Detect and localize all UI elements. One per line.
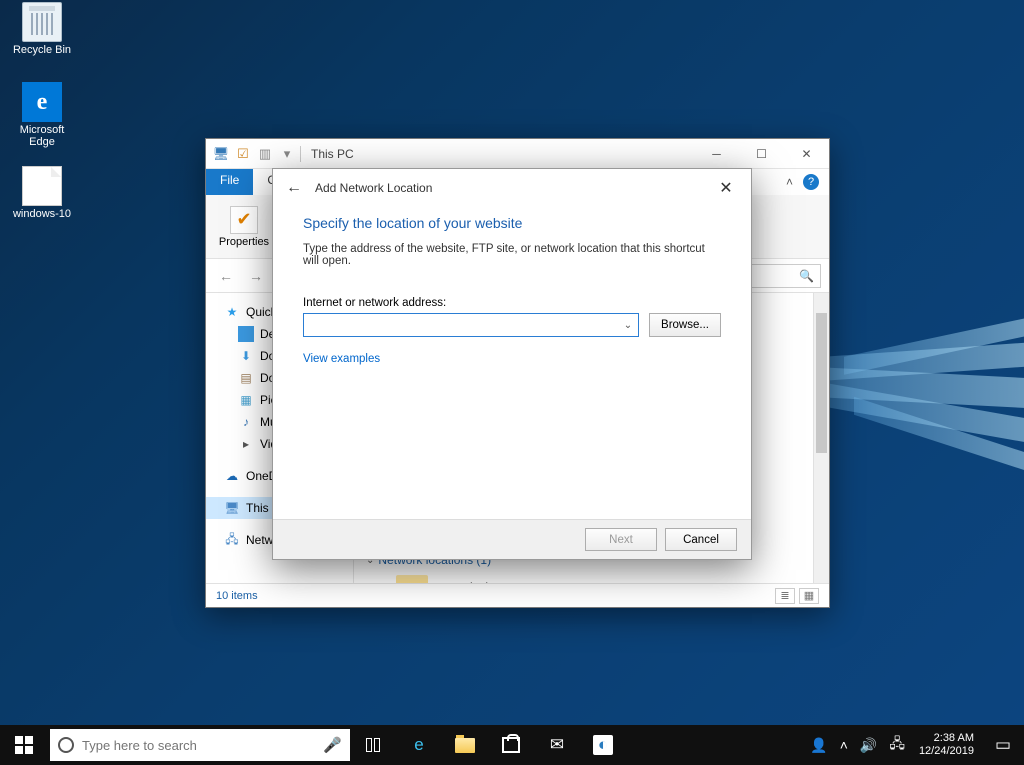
onedrive-icon: ☁ bbox=[224, 468, 240, 484]
taskbar-clock[interactable]: 2:38 AM 12/24/2019 bbox=[911, 732, 982, 758]
wizard-title: Add Network Location bbox=[315, 181, 432, 195]
task-view-button[interactable] bbox=[350, 725, 396, 765]
edge-icon bbox=[22, 82, 62, 122]
add-network-location-wizard: ← Add Network Location ✕ Specify the loc… bbox=[272, 168, 752, 560]
documents-icon: ▤ bbox=[238, 370, 254, 386]
downloads-icon: ⬇ bbox=[238, 348, 254, 364]
recycle-bin-icon bbox=[22, 2, 62, 42]
taskbar-file-explorer-button[interactable] bbox=[442, 725, 488, 765]
maximize-button[interactable]: ☐ bbox=[739, 139, 784, 168]
videos-icon: ▸ bbox=[238, 436, 254, 452]
music-icon: ♪ bbox=[238, 414, 254, 430]
tray-people-icon[interactable]: 👤 bbox=[804, 737, 833, 754]
action-center-button[interactable]: ▭ bbox=[982, 735, 1024, 755]
taskbar-app-button[interactable]: ◐ bbox=[580, 725, 626, 765]
ribbon-properties-button[interactable]: ✔ Properties bbox=[214, 199, 274, 254]
wizard-back-button[interactable]: ← bbox=[283, 177, 305, 199]
desktop-icon-windows-10-file[interactable]: windows-10 bbox=[6, 166, 78, 220]
minimize-button[interactable]: ─ bbox=[694, 139, 739, 168]
desktop-icon-label: windows-10 bbox=[6, 208, 78, 220]
tray-network-icon[interactable]: 🖧 bbox=[883, 733, 911, 757]
app-icon: ◐ bbox=[593, 735, 613, 755]
clock-date: 12/24/2019 bbox=[919, 745, 974, 758]
tab-file[interactable]: File bbox=[206, 169, 253, 195]
view-details-button[interactable]: ≣ bbox=[775, 588, 795, 604]
system-tray: 👤 ˄ 🔊 🖧 2:38 AM 12/24/2019 ▭ bbox=[804, 725, 1024, 765]
taskbar-store-button[interactable] bbox=[488, 725, 534, 765]
help-icon[interactable]: ? bbox=[803, 174, 819, 190]
taskbar-edge-button[interactable]: e bbox=[396, 725, 442, 765]
file-icon bbox=[22, 166, 62, 206]
properties-qat-icon[interactable]: ☑ bbox=[234, 145, 252, 163]
titlebar[interactable]: 🖥 ☑ ▥ ▾ This PC ─ ☐ ✕ bbox=[206, 139, 829, 169]
desktop-icon-label: Recycle Bin bbox=[6, 44, 78, 56]
address-field-label: Internet or network address: bbox=[303, 297, 721, 309]
folder-icon bbox=[455, 738, 475, 753]
wizard-subtext: Type the address of the website, FTP sit… bbox=[303, 243, 721, 267]
desktop-icon bbox=[238, 326, 254, 342]
wizard-header: ← Add Network Location ✕ bbox=[273, 169, 751, 207]
windows-logo-icon bbox=[15, 736, 33, 754]
network-location-item[interactable]: nzen-desktop bbox=[366, 571, 817, 583]
network-icon: 🖧 bbox=[224, 532, 240, 548]
quick-access-toolbar: 🖥 ☑ ▥ ▾ bbox=[212, 145, 296, 163]
view-icons-button[interactable]: ▦ bbox=[799, 588, 819, 604]
wizard-heading: Specify the location of your website bbox=[303, 215, 721, 231]
taskbar-mail-button[interactable]: ✉ bbox=[534, 725, 580, 765]
start-button[interactable] bbox=[0, 725, 48, 765]
browse-button[interactable]: Browse... bbox=[649, 313, 721, 337]
clock-time: 2:38 AM bbox=[919, 732, 974, 745]
search-icon: 🔍 bbox=[799, 269, 814, 283]
cancel-button[interactable]: Cancel bbox=[665, 528, 737, 551]
taskbar: 🎤 e ✉ ◐ 👤 ˄ 🔊 🖧 2:38 AM 12/24/2019 ▭ bbox=[0, 725, 1024, 765]
close-button[interactable]: ✕ bbox=[784, 139, 829, 168]
this-pc-icon: 🖥 bbox=[212, 145, 230, 163]
network-address-combobox[interactable]: ⌄ bbox=[303, 313, 639, 337]
nav-forward-button[interactable]: → bbox=[244, 264, 268, 288]
this-pc-icon: 🖥 bbox=[224, 500, 240, 516]
chevron-down-icon[interactable]: ⌄ bbox=[618, 320, 638, 331]
vertical-scrollbar[interactable] bbox=[813, 293, 829, 583]
star-icon: ★ bbox=[224, 304, 240, 320]
network-folder-icon bbox=[396, 575, 428, 583]
wizard-footer: Next Cancel bbox=[273, 519, 751, 559]
next-button[interactable]: Next bbox=[585, 528, 657, 551]
status-item-count: 10 items bbox=[216, 590, 258, 602]
taskbar-search-input[interactable] bbox=[82, 738, 315, 753]
wizard-close-button[interactable]: ✕ bbox=[711, 174, 741, 202]
new-folder-qat-icon[interactable]: ▥ bbox=[256, 145, 274, 163]
store-icon bbox=[502, 737, 520, 753]
wizard-body: Specify the location of your website Typ… bbox=[273, 207, 751, 519]
properties-icon: ✔ bbox=[230, 206, 258, 234]
desktop-icon-microsoft-edge[interactable]: Microsoft Edge bbox=[6, 82, 78, 148]
tray-volume-icon[interactable]: 🔊 bbox=[854, 737, 883, 754]
pictures-icon: ▦ bbox=[238, 392, 254, 408]
desktop-icon-recycle-bin[interactable]: Recycle Bin bbox=[6, 2, 78, 56]
customize-qat-icon[interactable]: ▾ bbox=[278, 145, 296, 163]
mail-icon: ✉ bbox=[550, 735, 564, 755]
microphone-icon[interactable]: 🎤 bbox=[323, 736, 342, 754]
cortana-icon bbox=[58, 737, 74, 753]
tray-overflow-button[interactable]: ˄ bbox=[834, 737, 854, 753]
ribbon-expand-icon[interactable]: ˄ bbox=[786, 175, 793, 189]
task-view-icon bbox=[366, 738, 380, 752]
nav-back-button[interactable]: ← bbox=[214, 264, 238, 288]
view-examples-link[interactable]: View examples bbox=[303, 353, 380, 365]
status-bar: 10 items ≣ ▦ bbox=[206, 583, 829, 607]
taskbar-search[interactable]: 🎤 bbox=[50, 729, 350, 761]
window-title: This PC bbox=[311, 147, 354, 161]
desktop-icon-label: Microsoft Edge bbox=[6, 124, 78, 148]
